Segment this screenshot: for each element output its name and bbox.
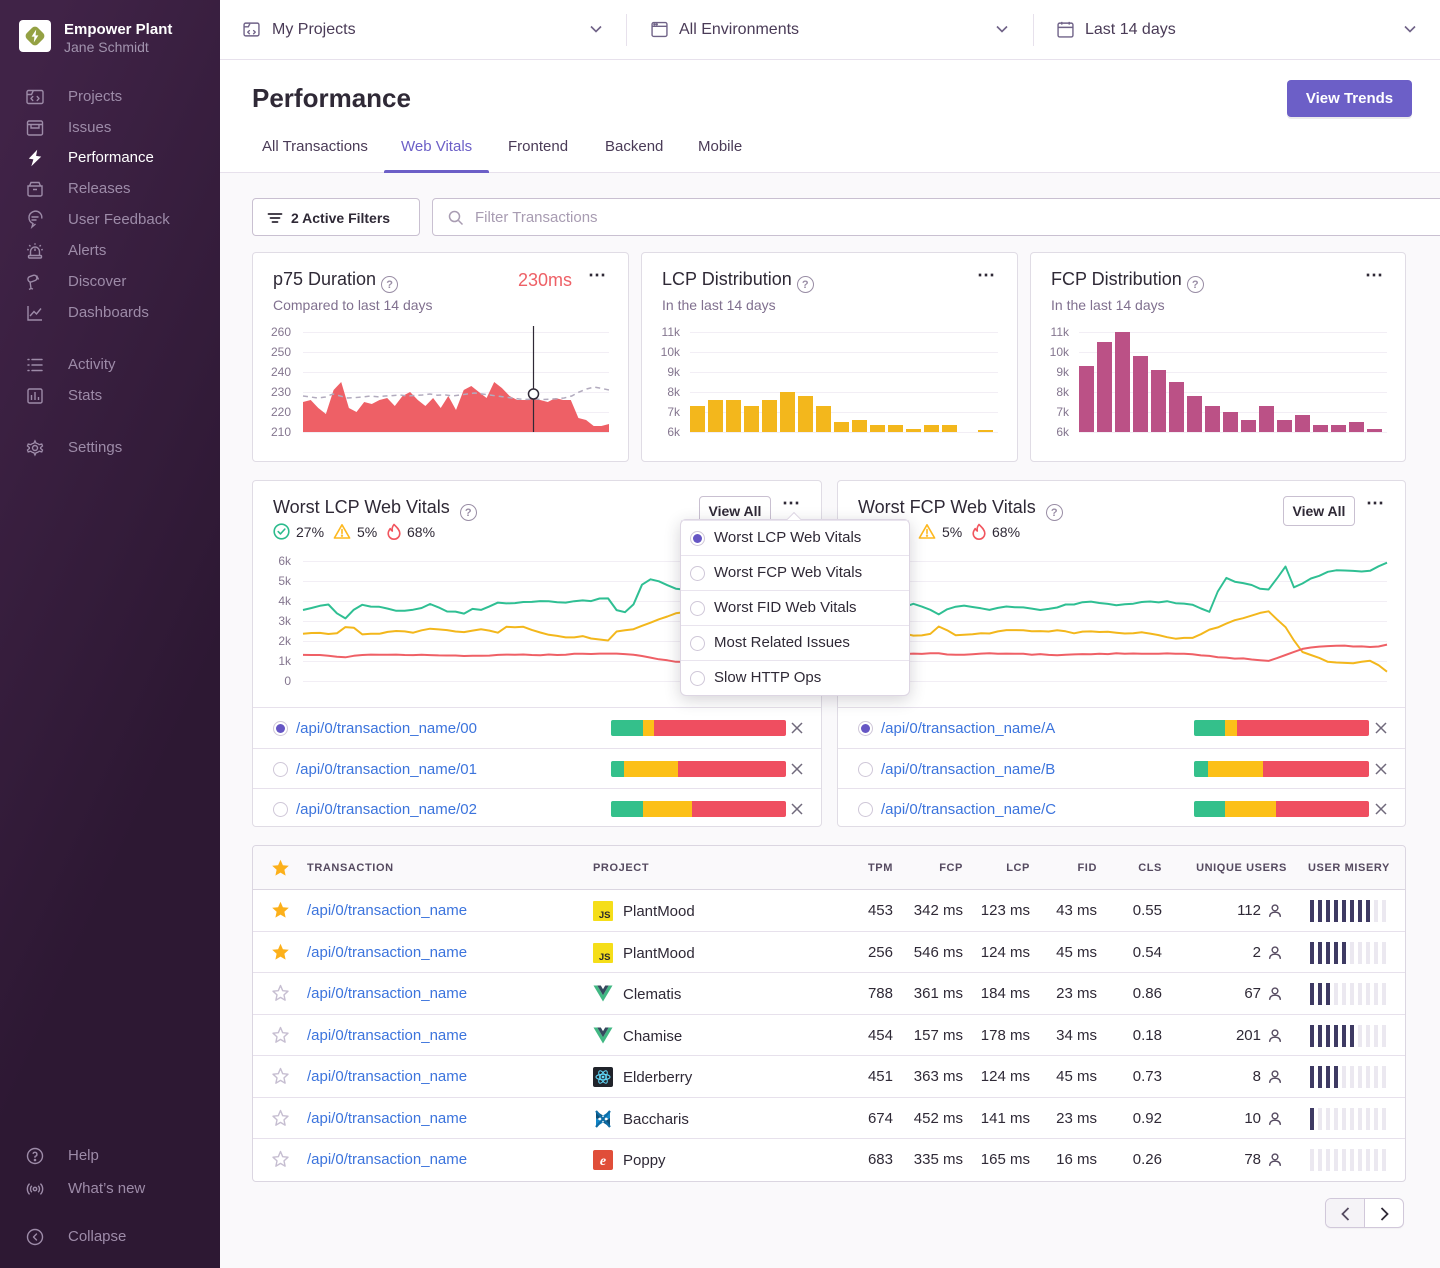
- svg-text:JS: JS: [599, 952, 611, 963]
- svg-text:JS: JS: [599, 910, 611, 921]
- svg-text:e: e: [600, 1154, 606, 1169]
